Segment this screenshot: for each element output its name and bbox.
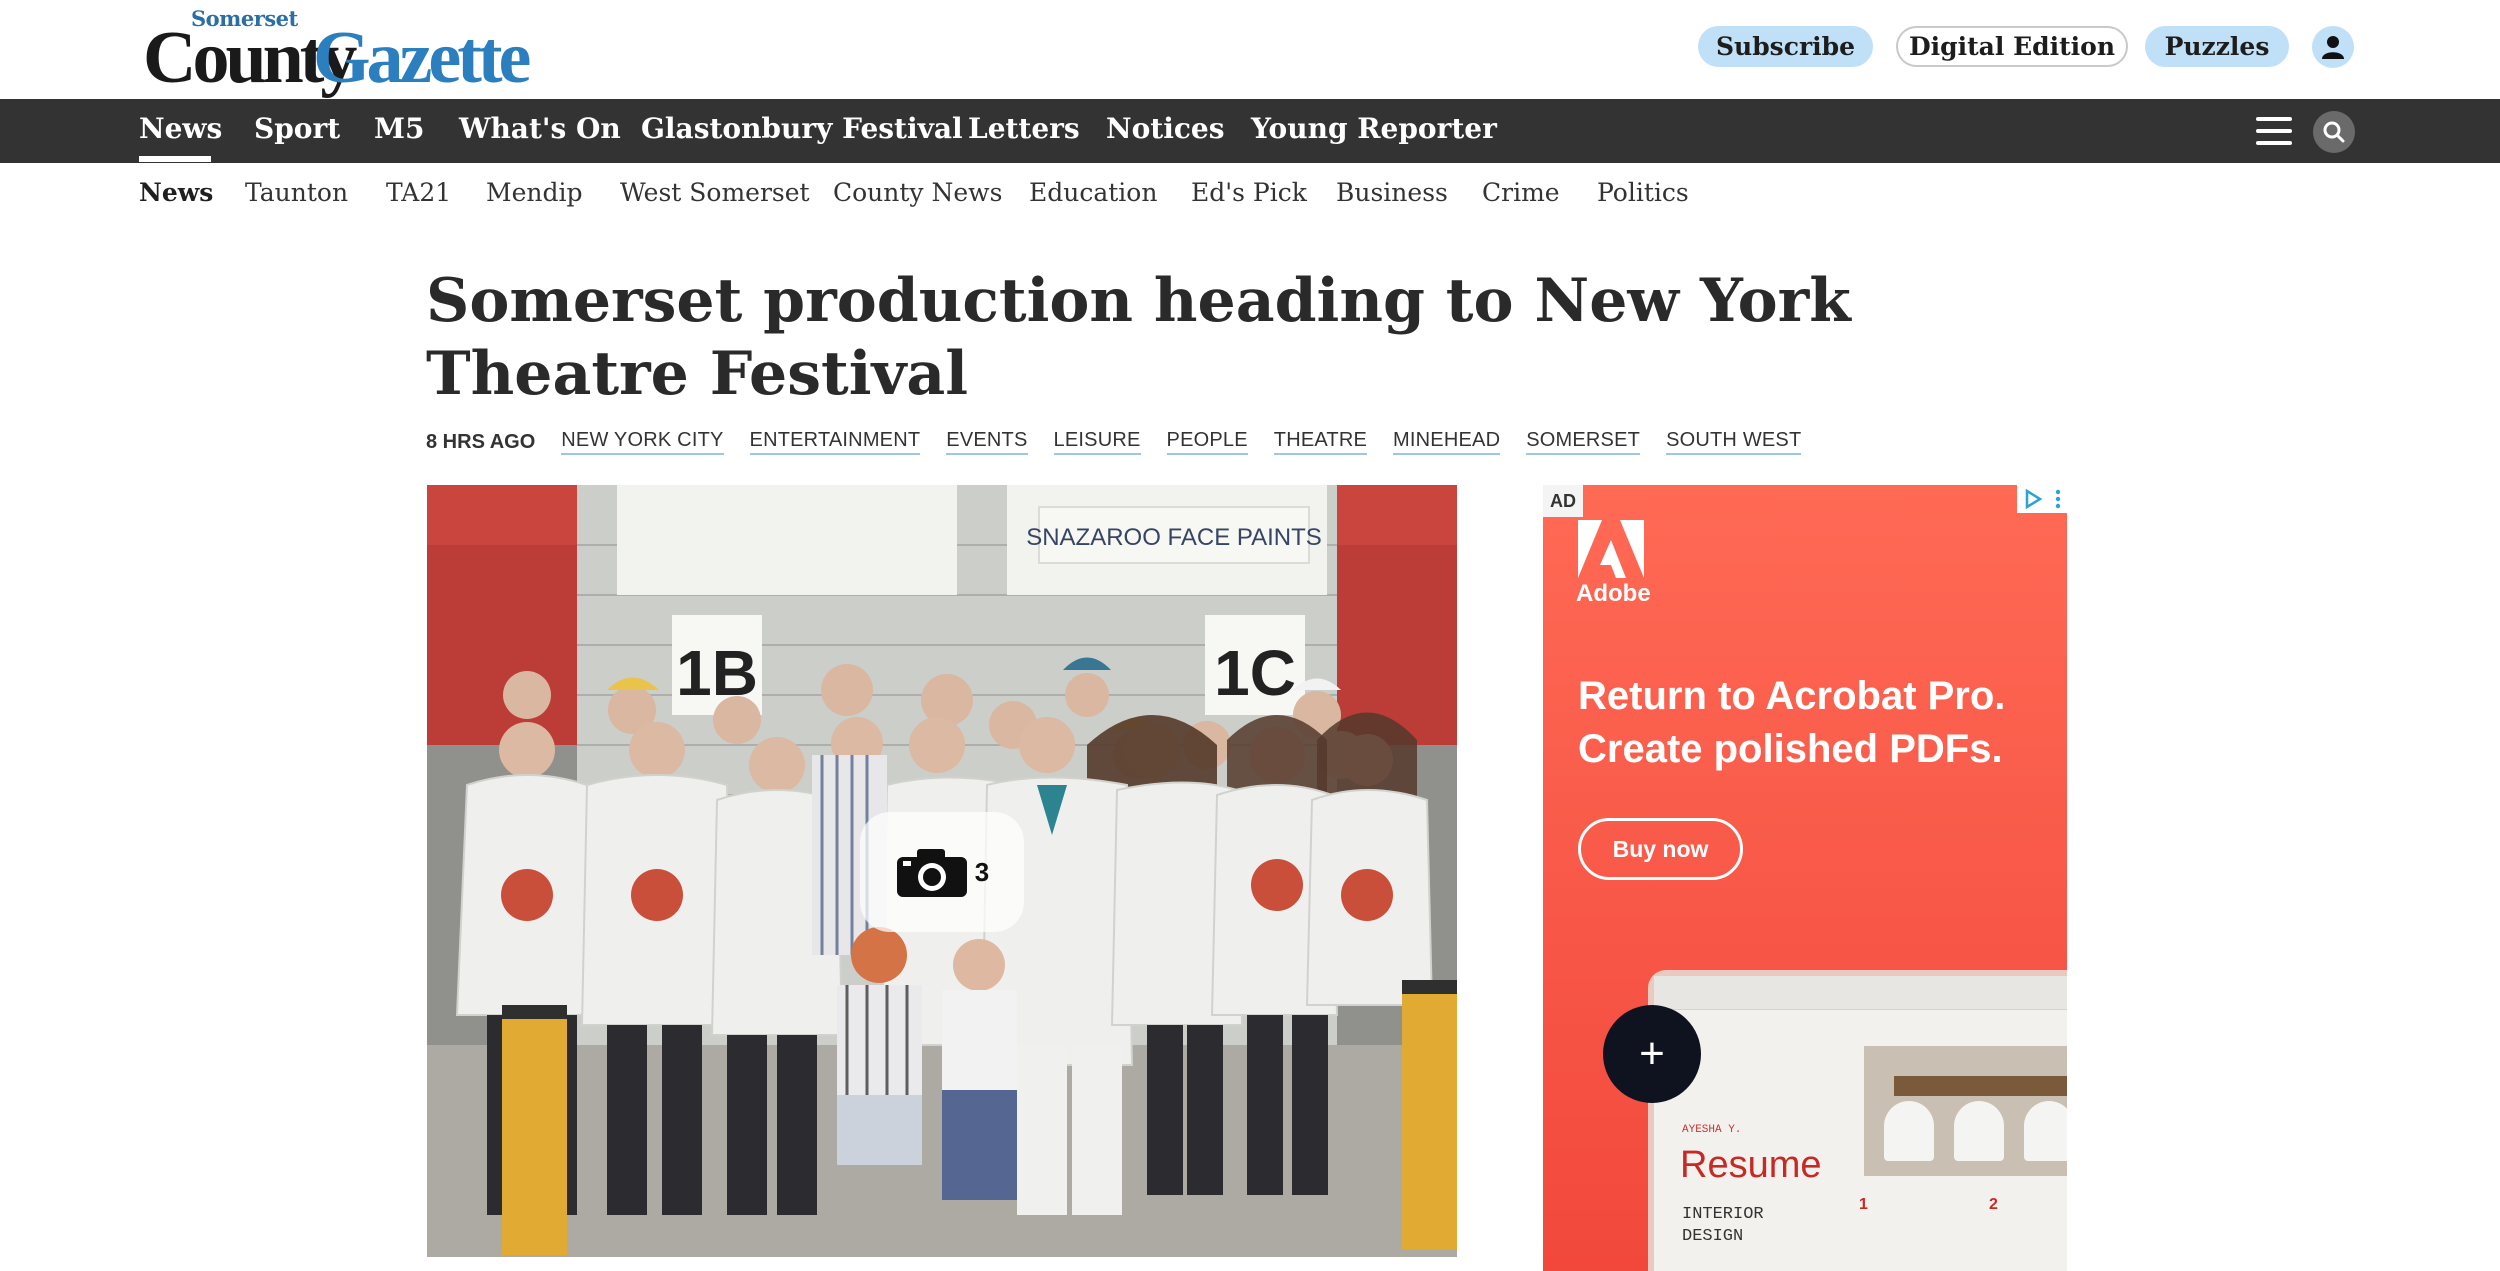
user-icon [2322, 36, 2344, 59]
article-headline: Somerset production heading to New York … [426, 266, 1851, 409]
resume-photo [1864, 1046, 2067, 1176]
tag-link[interactable]: LEISURE [1053, 429, 1141, 455]
article-timestamp: 8 HRS AGO [426, 430, 536, 453]
tag-link[interactable]: ENTERTAINMENT [749, 429, 921, 455]
subnav-item-business[interactable]: Business [1336, 178, 1448, 207]
tag-link[interactable]: MINEHEAD [1393, 429, 1501, 455]
ad-choices[interactable] [2017, 485, 2067, 513]
tag-link[interactable]: THEATRE [1273, 429, 1368, 455]
tag-link[interactable]: EVENTS [946, 429, 1028, 455]
subnav-item-county-news[interactable]: County News [833, 178, 1002, 207]
camera-icon [896, 849, 967, 897]
nav-item-whats-on[interactable]: What's On [459, 112, 621, 145]
tag-link[interactable]: NEW YORK CITY [561, 429, 724, 455]
search-button[interactable] [2313, 111, 2355, 153]
resume-section-number: 1 [1859, 1196, 1868, 1213]
logo-word-gazette: Gazette [313, 17, 531, 99]
subnav-item-west-somerset[interactable]: West Somerset [620, 178, 810, 207]
resume-title: Resume [1680, 1144, 1822, 1186]
nav-item-letters[interactable]: Letters [968, 112, 1080, 145]
subnav-item-eds-pick[interactable]: Ed's Pick [1191, 178, 1307, 207]
subnav-item-crime[interactable]: Crime [1482, 178, 1560, 207]
subnav-item-politics[interactable]: Politics [1597, 178, 1689, 207]
advertisement[interactable]: AD Adobe Return to Acrobat Pro. Create p… [1543, 485, 2067, 1271]
site-header: Somerset County Gazette Subscribe Digita… [0, 0, 2500, 99]
gallery-count: 3 [974, 856, 990, 887]
photo-gallery-button[interactable]: 3 [860, 812, 1024, 932]
subnav-item-news[interactable]: News [139, 178, 213, 207]
tag-link[interactable]: SOMERSET [1526, 429, 1641, 455]
ad-headline: Return to Acrobat Pro. Create polished P… [1578, 674, 2006, 771]
subnav-item-mendip[interactable]: Mendip [486, 178, 583, 207]
nav-item-notices[interactable]: Notices [1106, 112, 1224, 145]
ad-product-screenshot: AYESHA Y. Resume INTERIOR DESIGN 1 2 [1648, 970, 2067, 1271]
tag-link[interactable]: PEOPLE [1166, 429, 1248, 455]
buy-now-button[interactable]: Buy now [1578, 818, 1743, 880]
subnav-item-taunton[interactable]: Taunton [245, 178, 348, 207]
nav-item-m5[interactable]: M5 [374, 112, 424, 145]
site-logo[interactable]: Somerset County Gazette [143, 4, 531, 99]
account-button[interactable] [2312, 26, 2354, 68]
nav-item-sport[interactable]: Sport [254, 112, 340, 145]
ad-label: AD [1543, 485, 1583, 517]
nav-active-indicator [139, 156, 211, 162]
article-meta: 8 HRS AGO NEW YORK CITY ENTERTAINMENT EV… [426, 427, 1827, 457]
nav-item-glastonbury-festival[interactable]: Glastonbury Festival [641, 112, 963, 145]
search-icon [2323, 121, 2345, 143]
nav-item-news[interactable]: News [139, 112, 222, 145]
resume-section-number: 2 [1989, 1196, 1998, 1213]
plus-icon[interactable]: + [1603, 1005, 1701, 1103]
ad-more-icon [2055, 489, 2061, 509]
ad-choices-icon [2025, 489, 2043, 509]
subscribe-button[interactable]: Subscribe [1698, 26, 1873, 67]
nav-item-young-reporter[interactable]: Young Reporter [1251, 112, 1497, 145]
resume-name: AYESHA Y. [1682, 1124, 1742, 1136]
puzzles-button[interactable]: Puzzles [2145, 26, 2289, 67]
resume-subtitle: INTERIOR DESIGN [1682, 1205, 1764, 1246]
subnav-item-education[interactable]: Education [1029, 178, 1157, 207]
tag-link[interactable]: SOUTH WEST [1666, 429, 1802, 455]
ad-brand: Adobe [1576, 580, 1651, 607]
adobe-logo-icon [1578, 520, 1644, 578]
menu-icon[interactable] [2256, 117, 2292, 145]
digital-edition-button[interactable]: Digital Edition [1896, 26, 2128, 67]
app-toolbar [1654, 976, 2067, 1010]
subnav-item-ta21[interactable]: TA21 [386, 178, 451, 207]
main-nav: News Sport M5 What's On Glastonbury Fest… [0, 99, 2500, 163]
